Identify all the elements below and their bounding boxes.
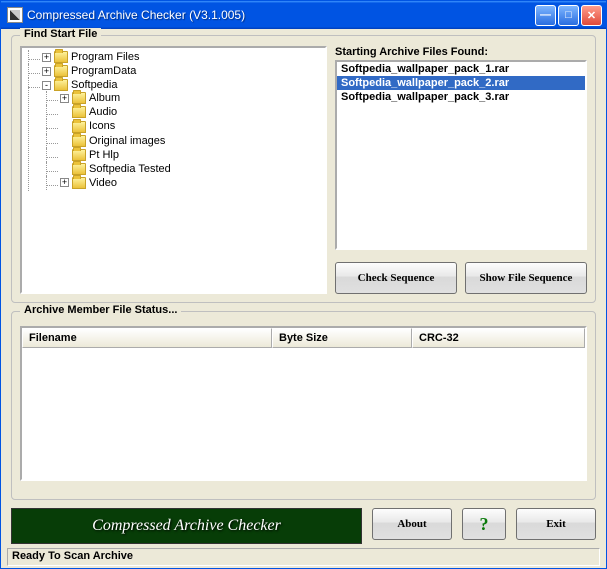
show-file-sequence-button[interactable]: Show File Sequence (465, 262, 587, 294)
folder-icon (54, 51, 68, 63)
app-window: Compressed Archive Checker (V3.1.005) — … (0, 0, 607, 569)
find-legend: Find Start File (20, 28, 101, 40)
col-filename[interactable]: Filename (22, 328, 272, 348)
folder-icon (72, 135, 86, 147)
tree-node[interactable]: Softpedia Tested (60, 162, 323, 176)
list-body (22, 348, 585, 479)
expand-icon[interactable]: + (42, 67, 51, 76)
tree-label: Pt Hlp (89, 149, 119, 161)
found-file-list[interactable]: Softpedia_wallpaper_pack_1.rarSoftpedia_… (335, 60, 587, 250)
expand-icon[interactable]: + (60, 94, 69, 103)
exit-button[interactable]: Exit (516, 508, 596, 540)
tree-node[interactable]: Pt Hlp (60, 148, 323, 162)
list-header: Filename Byte Size CRC-32 (22, 328, 585, 348)
tree-label: Video (89, 177, 117, 189)
tree-label: Program Files (71, 51, 139, 63)
folder-icon (72, 149, 86, 161)
app-icon (7, 7, 23, 23)
tree-label: Icons (89, 121, 115, 133)
archive-status-group: Archive Member File Status... Filename B… (11, 311, 596, 500)
titlebar[interactable]: Compressed Archive Checker (V3.1.005) — … (1, 1, 606, 29)
tree-node[interactable]: -Softpedia+AlbumAudioIconsOriginal image… (42, 78, 323, 191)
tree-node[interactable]: Icons (60, 119, 323, 133)
help-button[interactable]: ? (462, 508, 506, 540)
folder-icon (72, 106, 86, 118)
tree-label: Audio (89, 106, 117, 118)
expand-icon[interactable]: + (60, 178, 69, 187)
col-crc32[interactable]: CRC-32 (412, 328, 585, 348)
close-button[interactable]: ✕ (581, 5, 602, 26)
folder-tree[interactable]: +Program Files+ProgramData-Softpedia+Alb… (20, 46, 327, 294)
folder-icon (72, 163, 86, 175)
tree-node[interactable]: + Album (60, 91, 323, 105)
collapse-icon[interactable]: - (42, 81, 51, 90)
folder-icon (54, 65, 68, 77)
tree-node[interactable]: + Program Files (42, 50, 323, 64)
find-start-file-group: Find Start File +Program Files+ProgramDa… (11, 35, 596, 303)
folder-icon (72, 177, 86, 189)
list-item[interactable]: Softpedia_wallpaper_pack_2.rar (337, 76, 585, 90)
maximize-button[interactable]: □ (558, 5, 579, 26)
list-item[interactable]: Softpedia_wallpaper_pack_1.rar (337, 62, 585, 76)
about-button[interactable]: About (372, 508, 452, 540)
tree-label: ProgramData (71, 65, 136, 77)
client-area: Find Start File + Program Files + ProgramDa… (1, 29, 606, 568)
folder-icon (54, 79, 68, 91)
status-bar: Ready To Scan Archive (7, 548, 600, 566)
check-sequence-button[interactable]: Check Sequence (335, 262, 457, 294)
bottom-row: Compressed Archive Checker About ? Exit (11, 508, 596, 544)
app-banner: Compressed Archive Checker (11, 508, 362, 544)
tree-node[interactable]: + ProgramData (42, 64, 323, 78)
col-bytesize[interactable]: Byte Size (272, 328, 412, 348)
tree-node[interactable]: Original images (60, 134, 323, 148)
tree-label: Original images (89, 135, 165, 147)
found-label: Starting Archive Files Found: (335, 46, 587, 58)
tree-label: Softpedia Tested (89, 163, 171, 175)
folder-icon (72, 92, 86, 104)
tree-node[interactable]: Audio (60, 105, 323, 119)
status-legend: Archive Member File Status... (20, 304, 181, 316)
status-list-view[interactable]: Filename Byte Size CRC-32 (20, 326, 587, 481)
tree-node[interactable]: + Video (60, 176, 323, 190)
minimize-button[interactable]: — (535, 5, 556, 26)
expand-icon[interactable]: + (42, 53, 51, 62)
tree-label: Album (89, 92, 120, 104)
window-title: Compressed Archive Checker (V3.1.005) (27, 8, 535, 22)
list-item[interactable]: Softpedia_wallpaper_pack_3.rar (337, 90, 585, 104)
folder-icon (72, 121, 86, 133)
